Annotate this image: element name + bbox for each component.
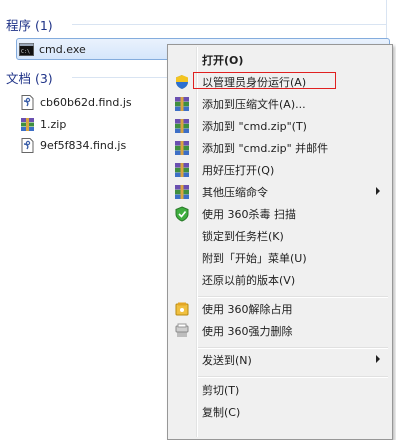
- submenu-arrow-icon: [376, 187, 380, 195]
- js-file-icon: [20, 137, 35, 153]
- menu-item-360-scan[interactable]: 使用 360杀毒 扫描: [170, 203, 390, 225]
- menu-item-360-unlock[interactable]: 使用 360解除占用: [170, 298, 390, 320]
- result-item-label: cmd.exe: [39, 42, 86, 56]
- submenu-arrow-icon: [376, 355, 380, 363]
- menu-item-label: 使用 360杀毒 扫描: [202, 208, 296, 221]
- menu-item-label: 使用 360强力删除: [202, 325, 293, 338]
- menu-item-360-shred[interactable]: 使用 360强力删除: [170, 320, 390, 342]
- menu-item-label: 用好压打开(Q): [202, 164, 275, 177]
- menu-item-add-to-archive[interactable]: 添加到压缩文件(A)...: [170, 93, 390, 115]
- winrar-icon: [174, 184, 190, 200]
- menu-item-label: 使用 360解除占用: [202, 303, 293, 316]
- documents-divider: [72, 77, 167, 78]
- zip-archive-icon: [20, 117, 35, 132]
- menu-item-open-with-haozip[interactable]: 用好压打开(Q): [170, 159, 390, 181]
- menu-item-label: 其他压缩命令: [202, 186, 268, 199]
- menu-item-cut[interactable]: 剪切(T): [170, 379, 390, 401]
- winrar-icon: [174, 140, 190, 156]
- programs-group-header[interactable]: 程序 (1): [6, 15, 53, 34]
- menu-item-label: 发送到(N): [202, 354, 252, 367]
- menu-item-other-compress[interactable]: 其他压缩命令: [170, 181, 390, 203]
- result-item-label: 9ef5f834.find.js: [40, 138, 127, 152]
- menu-separator: [198, 376, 388, 378]
- menu-item-label: 剪切(T): [202, 384, 240, 397]
- svg-text:C:\: C:\: [21, 49, 30, 55]
- menu-item-open[interactable]: 打开(O): [170, 49, 390, 71]
- menu-item-add-to-cmd-zip[interactable]: 添加到 "cmd.zip"(T): [170, 115, 390, 137]
- 360-shred-icon: [174, 323, 190, 339]
- menu-item-label: 复制(C): [202, 406, 241, 419]
- menu-item-pin-taskbar[interactable]: 锁定到任务栏(K): [170, 225, 390, 247]
- menu-item-label: 添加到压缩文件(A)...: [202, 98, 306, 111]
- cmd-icon: C:\: [19, 42, 34, 57]
- result-item-label: 1.zip: [40, 117, 67, 131]
- result-item-doc-1[interactable]: cb60b62d.find.js: [18, 92, 132, 112]
- result-item-doc-3[interactable]: 9ef5f834.find.js: [18, 135, 126, 155]
- menu-item-label: 打开(O): [202, 54, 244, 67]
- menu-item-label: 添加到 "cmd.zip" 并邮件: [202, 142, 329, 155]
- menu-item-label: 附到「开始」菜单(U): [202, 252, 307, 265]
- winrar-icon: [174, 162, 190, 178]
- js-file-icon: [20, 94, 35, 110]
- menu-item-label: 还原以前的版本(V): [202, 274, 296, 287]
- annotation-highlight-box: [193, 72, 336, 89]
- winrar-icon: [174, 96, 190, 112]
- menu-item-label: 锁定到任务栏(K): [202, 230, 284, 243]
- result-item-label: cb60b62d.find.js: [40, 95, 132, 109]
- 360-shield-icon: [174, 206, 190, 222]
- 360-unlock-icon: [174, 301, 190, 317]
- menu-item-label: 添加到 "cmd.zip"(T): [202, 120, 307, 133]
- menu-item-send-to[interactable]: 发送到(N): [170, 349, 390, 371]
- uac-shield-icon: [174, 74, 190, 90]
- winrar-icon: [174, 118, 190, 134]
- programs-divider: [72, 24, 386, 25]
- context-menu: 打开(O) 以管理员身份运行(A) 添加到压缩文件(A)... 添加到 "cmd…: [167, 44, 393, 440]
- documents-group-header[interactable]: 文档 (3): [6, 68, 53, 87]
- result-item-doc-2[interactable]: 1.zip: [18, 114, 66, 134]
- menu-item-restore-versions[interactable]: 还原以前的版本(V): [170, 269, 390, 291]
- menu-item-add-to-cmd-zip-email[interactable]: 添加到 "cmd.zip" 并邮件: [170, 137, 390, 159]
- menu-item-pin-start[interactable]: 附到「开始」菜单(U): [170, 247, 390, 269]
- menu-item-copy[interactable]: 复制(C): [170, 401, 390, 423]
